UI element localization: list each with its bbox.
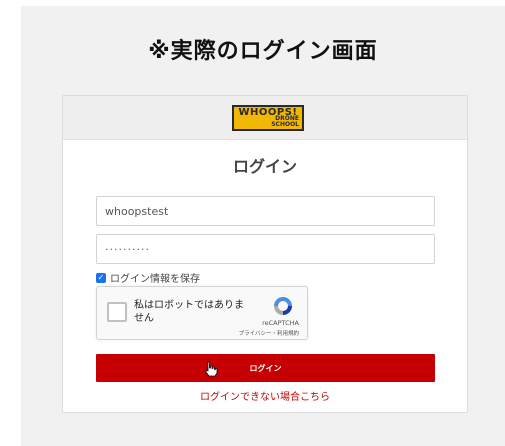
recaptcha-logo-icon — [274, 297, 292, 315]
logo-sub-text: DRONE SCHOOL — [271, 115, 299, 128]
recaptcha-terms-link[interactable]: プライバシー・利用規約 — [239, 329, 299, 337]
hand-cursor-icon — [205, 361, 218, 377]
card-header: WHOOPS! DRONE SCHOOL — [63, 96, 467, 140]
forgot-login-link[interactable]: ログインできない場合こちら — [63, 388, 467, 403]
login-title: ログイン — [232, 157, 297, 176]
logo-sub-line2: SCHOOL — [271, 120, 299, 128]
whoops-logo: WHOOPS! DRONE SCHOOL — [232, 104, 304, 131]
page-caption: ※実際のログイン画面 — [148, 39, 378, 64]
login-card: WHOOPS! DRONE SCHOOL ログイン whoopstest ···… — [62, 95, 468, 413]
login-button-label: ログイン — [249, 363, 282, 373]
recaptcha-label: 私はロボットではありません — [134, 300, 244, 324]
password-input[interactable]: ·········· — [96, 234, 435, 264]
remember-label: ログイン情報を保存 — [110, 274, 200, 285]
password-value: ·········· — [105, 242, 150, 256]
remember-me[interactable]: ✓ ログイン情報を保存 — [96, 270, 200, 285]
recaptcha-checkbox[interactable] — [107, 302, 127, 322]
username-input[interactable]: whoopstest — [96, 196, 435, 226]
checkbox-checked-icon[interactable]: ✓ — [96, 272, 106, 283]
recaptcha-widget: 私はロボットではありません reCAPTCHA プライバシー・利用規約 — [96, 286, 308, 340]
login-button[interactable]: ログイン — [96, 354, 435, 382]
username-value: whoopstest — [105, 204, 169, 218]
recaptcha-brand: reCAPTCHA — [262, 319, 299, 327]
